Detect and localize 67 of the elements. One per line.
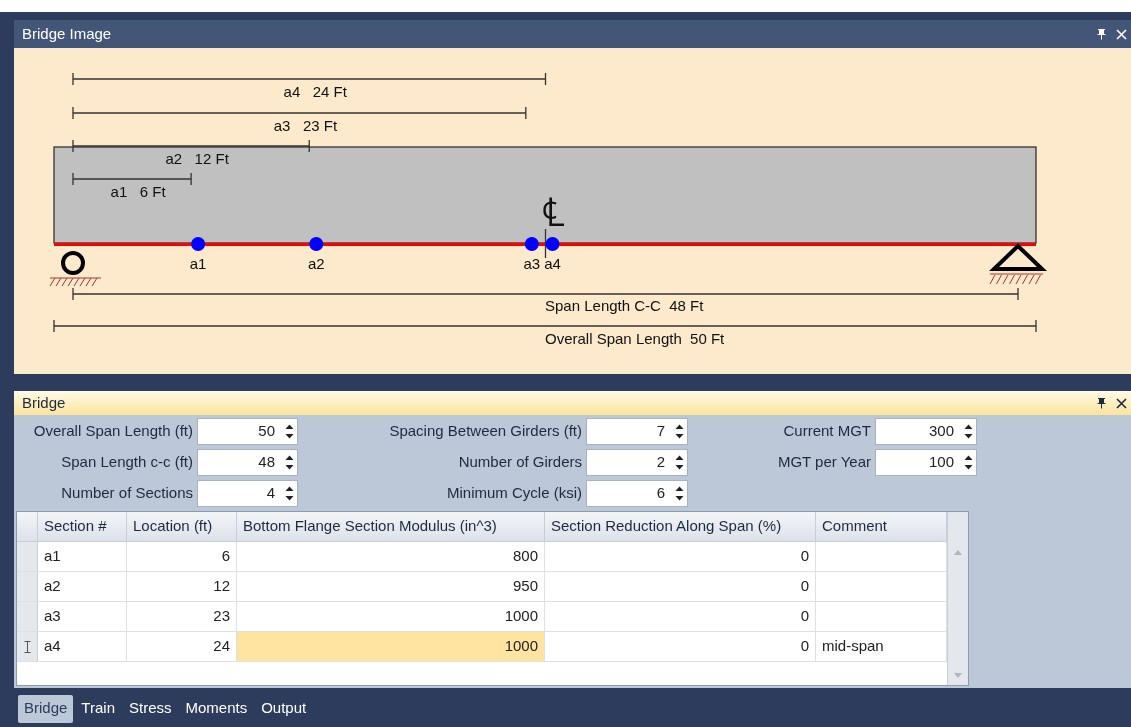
field-label: Span Length c-c (ft) [60,452,193,473]
number-spinner[interactable]: 300 [875,418,977,445]
point-label: a4 [544,255,561,272]
row-header[interactable] [17,632,38,661]
up-arrow-icon[interactable] [675,424,684,429]
down-arrow-icon[interactable] [964,465,973,470]
number-spinner[interactable]: 7 [586,418,688,445]
dimension-label: a4 24 Ft [283,83,347,100]
dimension-label: a1 6 Ft [110,183,166,200]
point-label: a2 [307,255,325,272]
tab[interactable]: Bridge [18,694,74,723]
section-point [545,237,560,251]
point-label: a3 [523,255,541,272]
dimension-label: a3 23 Ft [273,117,338,134]
dimension-label: Overall Span Length 50 Ft [545,330,725,347]
down-arrow-icon[interactable] [285,496,294,501]
column-header[interactable]: Section # [38,512,127,541]
down-arrow-icon[interactable] [964,434,973,439]
roller-support-icon [49,251,102,287]
pin-support-icon [989,243,1047,285]
up-arrow-icon[interactable] [964,455,973,460]
up-arrow-icon[interactable] [285,486,294,491]
column-header[interactable]: Bottom Flange Section Modulus (in^3) [237,512,545,541]
field-label: Number of Sections [60,483,193,504]
section-point [191,237,206,251]
tab[interactable]: Output [255,694,313,723]
down-arrow-icon[interactable] [285,434,294,439]
number-spinner[interactable]: 48 [197,449,298,476]
number-spinner[interactable]: 100 [875,449,977,476]
down-arrow-icon[interactable] [285,465,294,470]
up-arrow-icon[interactable] [285,455,294,460]
field-label: MGT per Year [776,452,871,473]
number-spinner[interactable]: 4 [197,480,298,507]
centerline-mark [544,228,547,259]
up-arrow-icon[interactable] [675,486,684,491]
column-header[interactable]: Section Reduction Along Span (%) [545,512,816,541]
down-arrow-icon[interactable] [675,434,684,439]
tab[interactable]: Stress [123,694,178,723]
number-spinner[interactable]: 6 [586,480,688,507]
dimension-label: a2 12 Ft [165,150,229,167]
tab[interactable]: Train [75,694,121,723]
number-spinner[interactable]: 2 [586,449,688,476]
close-icon[interactable] [1116,397,1127,409]
up-arrow-icon[interactable] [675,455,684,460]
down-arrow-icon[interactable] [675,496,684,501]
panel-title: Bridge [22,392,66,413]
up-arrow-icon[interactable] [964,424,973,429]
panel-title: Bridge Image [22,23,112,44]
point-label: a1 [189,255,207,272]
pin-icon[interactable] [1097,28,1106,40]
column-header[interactable]: Location (ft) [127,512,237,541]
field-label: Current MGT [782,421,871,442]
up-arrow-icon[interactable] [285,424,294,429]
down-arrow-icon[interactable] [675,465,684,470]
field-label: Minimum Cycle (ksi) [446,483,582,504]
field-label: Spacing Between Girders (ft) [388,421,582,442]
pin-icon[interactable] [1097,397,1106,409]
centerline-symbol: ℄ [542,190,565,234]
field-label: Overall Span Length (ft) [32,421,193,442]
dimension-label: Span Length C-C 48 Ft [545,297,704,314]
field-label: Number of Girders [457,452,582,473]
text-cursor-icon [23,640,31,653]
table-cell[interactable]: 1000 [237,632,545,661]
section-point [309,237,324,251]
tab[interactable]: Moments [179,694,254,723]
section-point [524,237,539,251]
number-spinner[interactable]: 50 [197,418,298,445]
